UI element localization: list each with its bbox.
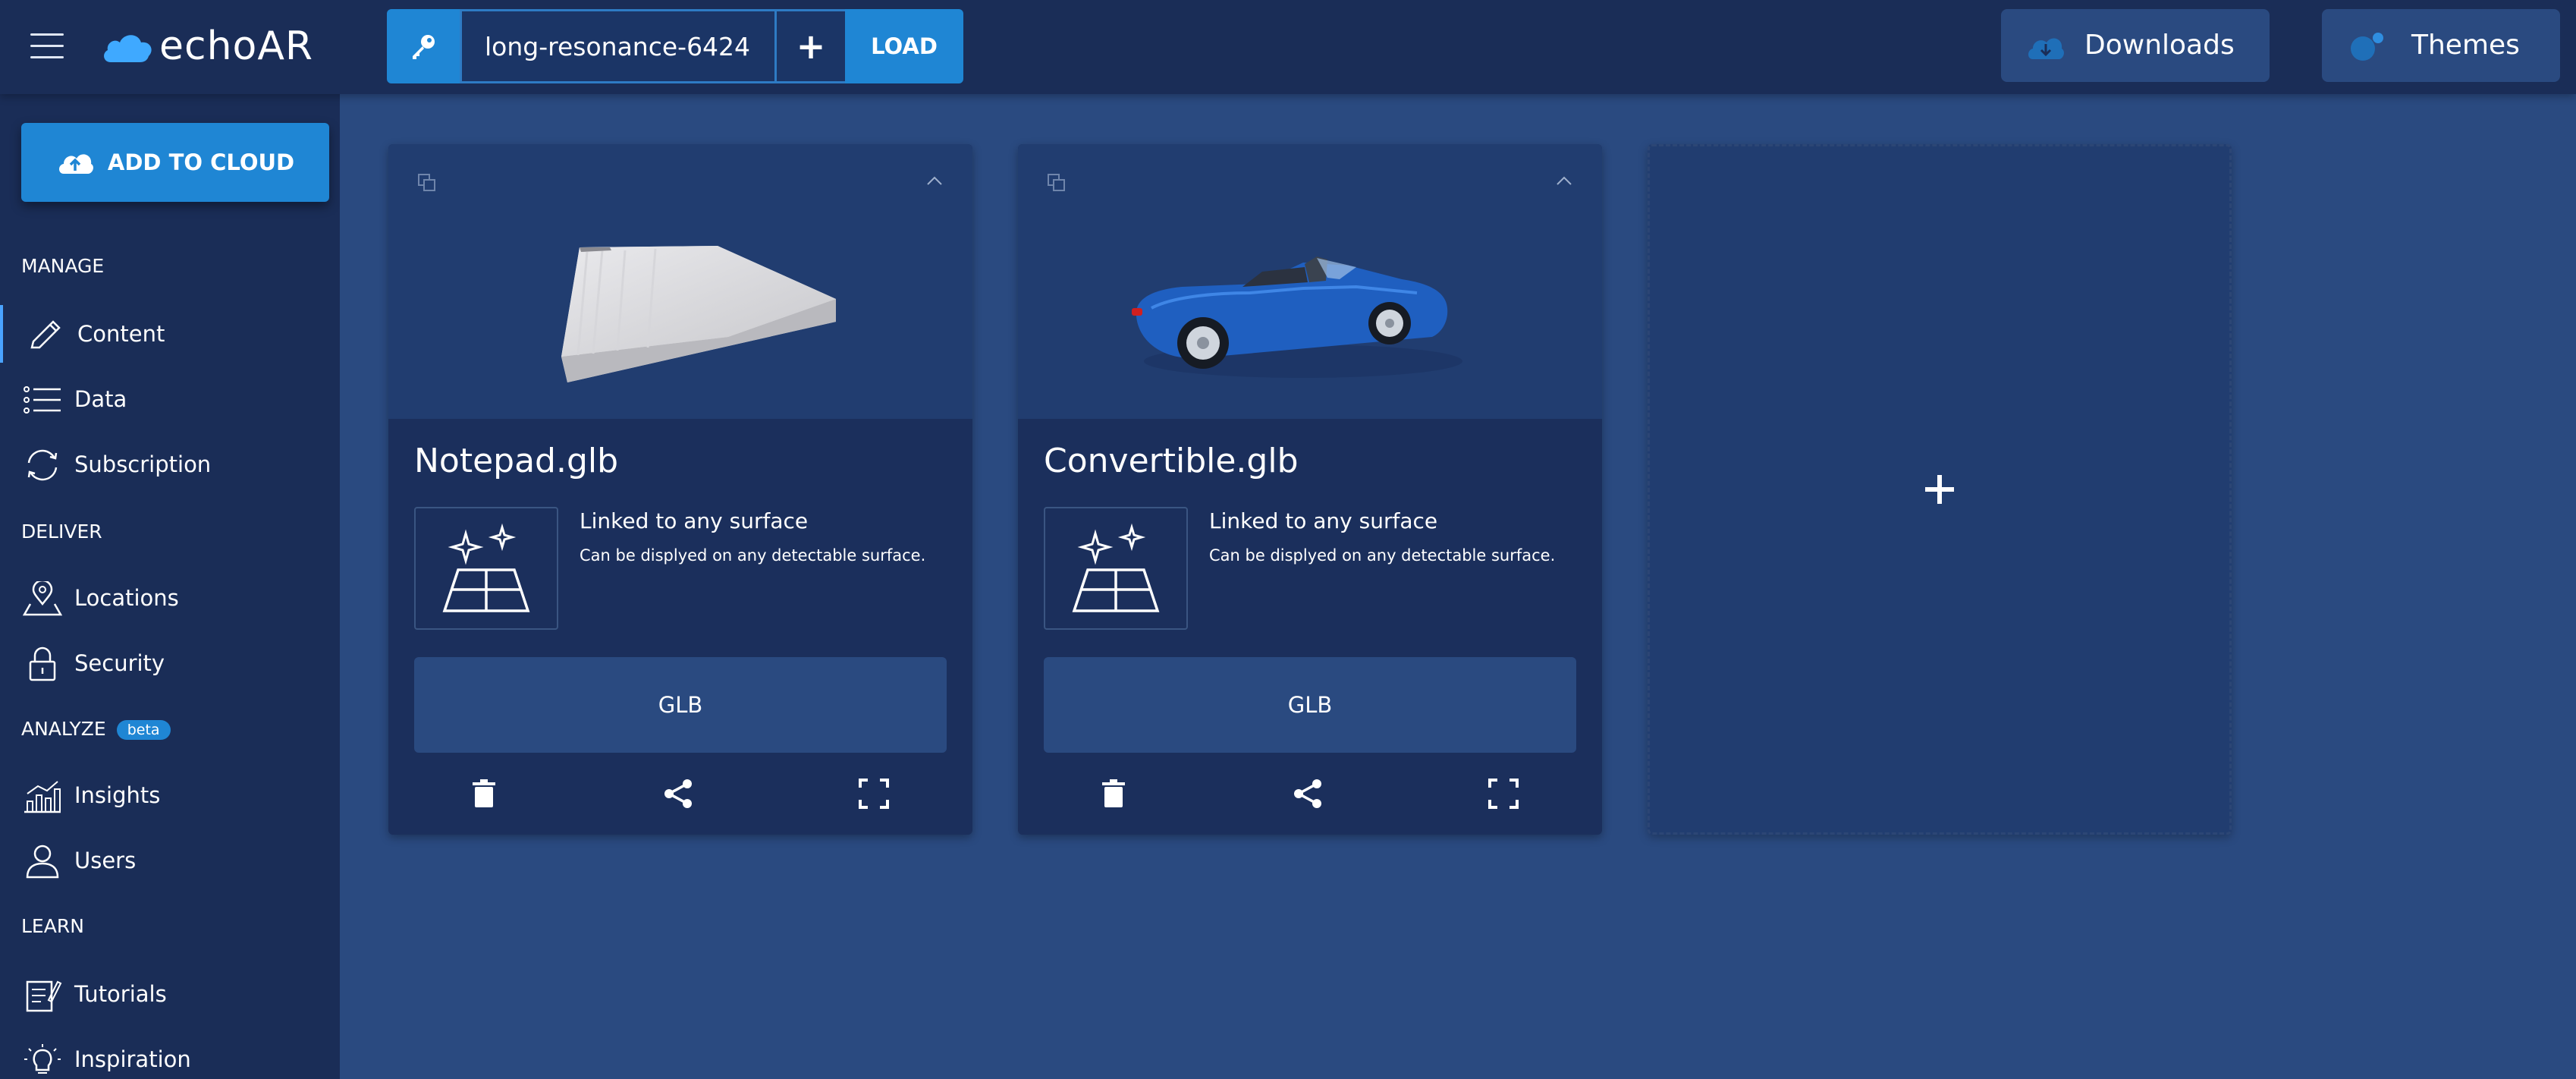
api-key-input[interactable] (460, 9, 777, 83)
themes-label: Themes (2411, 30, 2520, 61)
sidebar-item-content[interactable]: Content (0, 305, 340, 363)
sidebar-item-label: Data (74, 386, 127, 412)
delete-button[interactable] (1095, 775, 1132, 812)
add-content-card[interactable] (1648, 144, 2232, 835)
hamburger-menu-icon[interactable] (30, 33, 64, 61)
section-manage: MANAGE (21, 255, 105, 277)
fullscreen-button[interactable] (1485, 775, 1522, 812)
model-preview[interactable] (388, 144, 972, 419)
trash-icon (1102, 779, 1125, 807)
fullscreen-icon (859, 779, 889, 809)
section-analyze-label: ANALYZE (21, 718, 106, 740)
sidebar-item-label: Users (74, 848, 137, 873)
sidebar-item-subscription[interactable]: Subscription (0, 436, 340, 493)
lock-icon (29, 646, 56, 681)
chevron-up-icon[interactable] (925, 175, 944, 187)
downloads-button[interactable]: Downloads (2001, 9, 2270, 82)
share-button[interactable] (1290, 775, 1326, 812)
section-deliver: DELIVER (21, 521, 102, 543)
share-icon (664, 779, 692, 808)
notebook-icon (26, 980, 62, 1012)
bar-chart-icon (24, 781, 61, 813)
surface-title: Linked to any surface (580, 508, 809, 533)
chevron-up-icon[interactable] (1555, 175, 1573, 187)
glb-format-button[interactable]: GLB (1044, 657, 1576, 753)
sidebar-item-label: Subscription (74, 451, 212, 477)
fullscreen-icon (1488, 779, 1519, 809)
notepad-model-icon (561, 246, 836, 382)
sidebar-item-label: Tutorials (74, 981, 167, 1007)
cloud-logo-icon (104, 35, 152, 62)
sidebar-item-label: Security (74, 650, 165, 676)
echoar-logo[interactable]: echoAR (100, 21, 313, 71)
add-to-cloud-label: ADD TO CLOUD (107, 149, 295, 175)
sidebar-item-security[interactable]: Security (0, 634, 340, 692)
sidebar-item-users[interactable]: Users (0, 832, 340, 889)
delete-button[interactable] (466, 775, 502, 812)
downloads-label: Downloads (2084, 30, 2235, 61)
sidebar-item-label: Insights (74, 782, 161, 808)
top-bar: echoAR + LOAD Downloads Themes (0, 0, 2576, 94)
sidebar-item-locations[interactable]: Locations (0, 569, 340, 627)
refresh-icon (27, 449, 58, 481)
sidebar-item-label: Locations (74, 585, 179, 611)
beta-badge: beta (116, 720, 171, 740)
pencil-icon (30, 320, 61, 349)
copy-icon[interactable] (1047, 173, 1067, 193)
list-icon (24, 386, 61, 414)
model-title: Convertible.glb (1044, 442, 1299, 480)
trash-icon (473, 779, 495, 807)
lightbulb-icon (24, 1044, 61, 1074)
model-preview[interactable] (1018, 144, 1602, 419)
load-button[interactable]: LOAD (845, 9, 963, 83)
content-card: Notepad.glb Linked to any surface Can be… (388, 144, 972, 835)
surface-type-badge (1044, 507, 1188, 630)
app-name: echoAR (159, 24, 314, 69)
plus-icon (1925, 475, 1954, 504)
sidebar-item-label: Inspiration (74, 1046, 191, 1072)
themes-button[interactable]: Themes (2322, 9, 2560, 82)
map-pin-icon (23, 581, 62, 616)
surface-description: Can be displyed on any detectable surfac… (1209, 546, 1556, 565)
copy-icon[interactable] (417, 173, 437, 193)
sidebar-item-insights[interactable]: Insights (0, 766, 340, 824)
section-analyze: ANALYZE beta (21, 718, 171, 740)
surface-title: Linked to any surface (1209, 508, 1438, 533)
ar-surface-icon (442, 523, 530, 612)
sidebar-item-data[interactable]: Data (0, 370, 340, 428)
surface-description: Can be displyed on any detectable surfac… (580, 546, 926, 565)
api-key-button[interactable] (387, 9, 460, 83)
share-icon (1294, 779, 1321, 808)
sidebar-item-inspiration[interactable]: Inspiration (0, 1030, 340, 1079)
surface-type-badge (414, 507, 558, 630)
share-button[interactable] (660, 775, 696, 812)
sidebar: ADD TO CLOUD MANAGE Content Data Subscri… (0, 94, 340, 1079)
user-icon (26, 845, 59, 879)
fullscreen-button[interactable] (856, 775, 892, 812)
add-to-cloud-button[interactable]: ADD TO CLOUD (21, 123, 329, 202)
section-learn: LEARN (21, 915, 84, 937)
content-card: Convertible.glb Linked to any surface Ca… (1018, 144, 1602, 835)
model-title: Notepad.glb (414, 442, 619, 480)
cloud-upload-icon (58, 154, 93, 174)
sidebar-item-label: Content (77, 321, 165, 347)
sidebar-item-tutorials[interactable]: Tutorials (0, 965, 340, 1023)
key-icon (413, 35, 435, 59)
ar-surface-icon (1072, 523, 1160, 612)
add-key-button[interactable]: + (777, 9, 845, 83)
car-model-icon (1132, 256, 1462, 378)
themes-icon (2351, 33, 2383, 61)
download-cloud-icon (2028, 38, 2064, 59)
glb-format-button[interactable]: GLB (414, 657, 947, 753)
